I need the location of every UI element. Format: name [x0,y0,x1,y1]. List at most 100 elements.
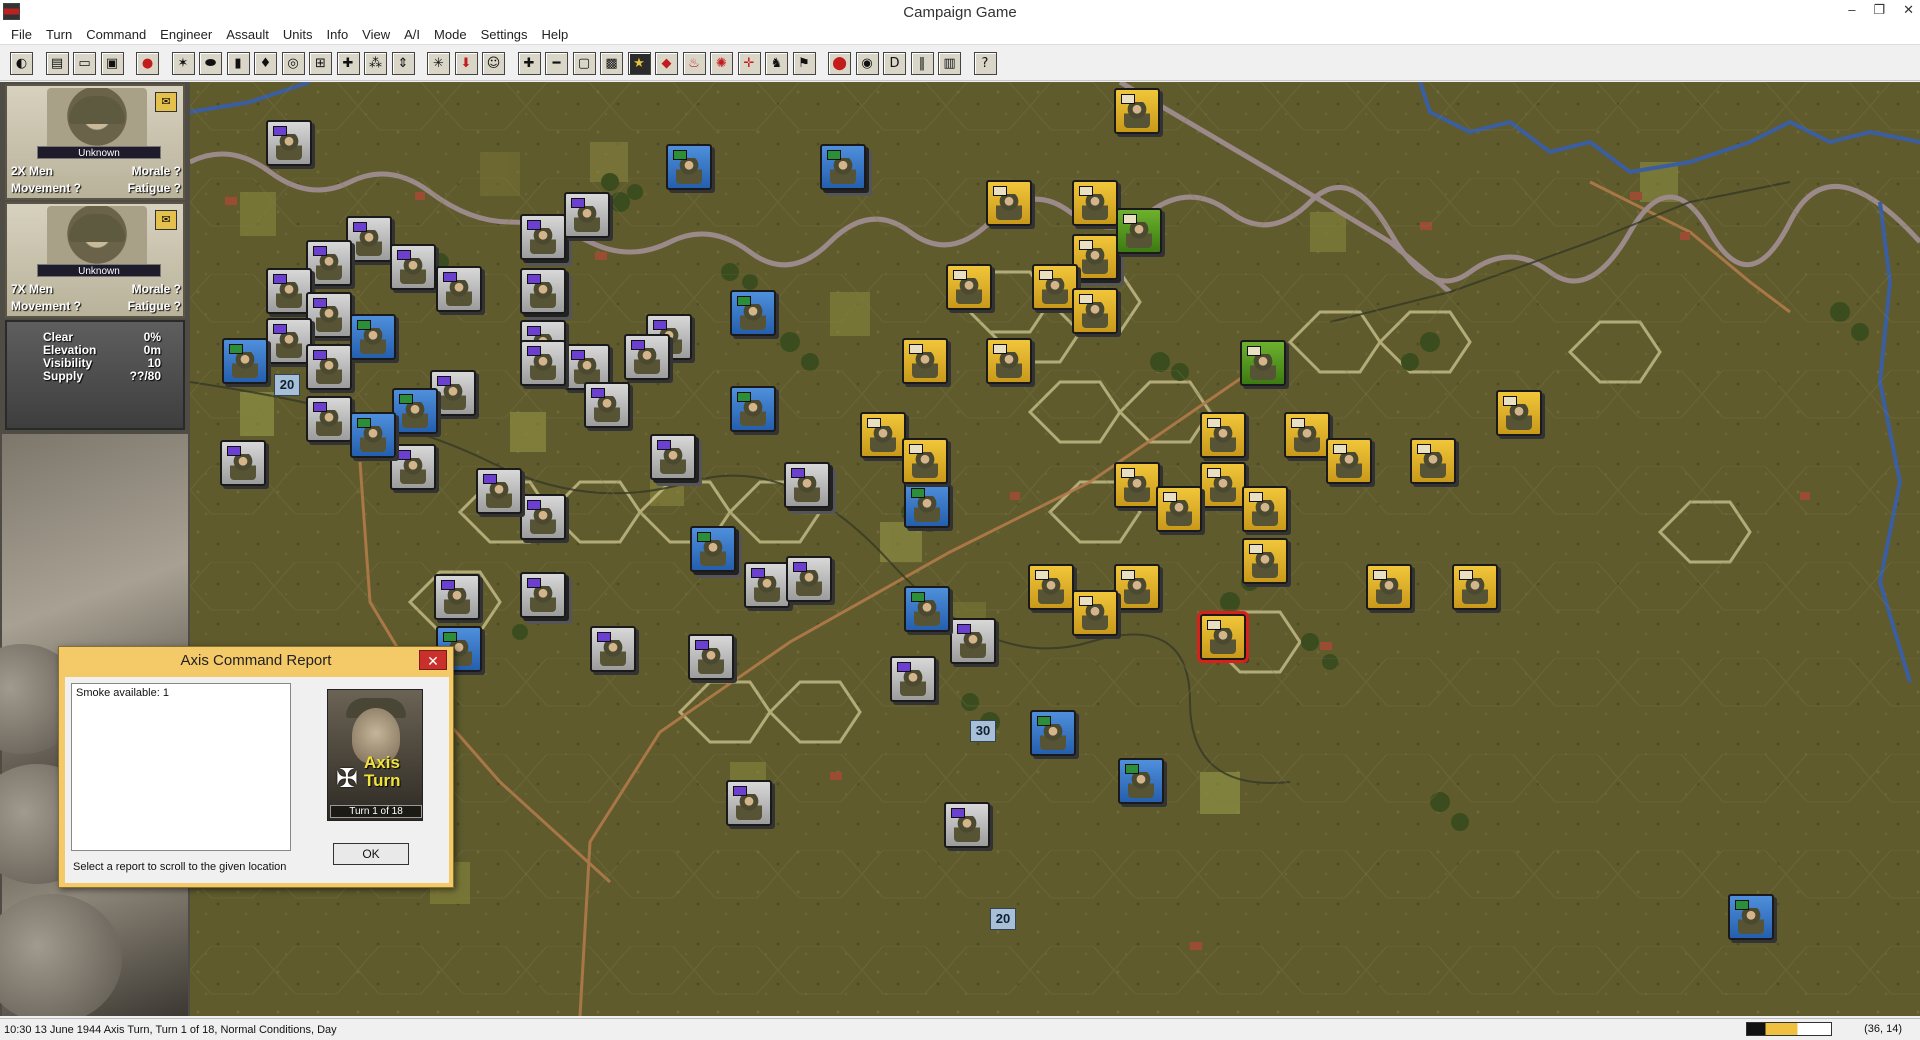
close-icon[interactable]: ✕ [419,650,447,670]
unit-counter-mortar[interactable] [390,244,436,290]
unit-counter-infantry[interactable] [944,802,990,848]
unit-counter-leader[interactable] [1326,438,1372,484]
prev-unit-icon[interactable]: ◐ [10,51,33,75]
folder-icon[interactable]: ▭ [73,51,96,75]
menu-ai[interactable]: A/I [397,27,427,42]
unit-counter-tank[interactable] [520,214,566,260]
unit-counter-infantry[interactable] [436,266,482,312]
envelope-icon[interactable]: ✉ [155,92,177,112]
menu-command[interactable]: Command [79,27,153,42]
report-icon[interactable]: ▥ [938,51,961,75]
unit-counter-tank[interactable] [346,216,392,262]
flag-icon[interactable]: ✳ [427,51,450,75]
open-file-icon[interactable]: ▤ [45,51,69,75]
menu-assault[interactable]: Assault [219,27,276,42]
unit-counter-infantry[interactable] [1242,538,1288,584]
soldier-icon[interactable]: ♞ [765,51,788,75]
menu-view[interactable]: View [355,27,397,42]
unit-counter-infantry[interactable] [1728,894,1774,940]
unit-counter-infantry[interactable] [950,618,996,664]
red-dot-icon[interactable]: ⬤ [828,51,851,75]
unit-card-2[interactable]: ✉ Unknown 7X Men Morale ? Movement ? Fat… [5,202,185,318]
flame-icon[interactable]: ♨ [682,51,706,75]
flare-icon[interactable]: ♦ [254,51,277,75]
unit-info-icon[interactable]: ✶ [171,51,195,75]
report-item[interactable]: Smoke available: 1 [76,687,286,699]
unit-counter-infantry[interactable] [520,340,566,386]
artillery-icon[interactable]: ⊞ [309,51,332,75]
strength-marker[interactable]: 20 [990,908,1016,930]
unit-counter-tank[interactable] [306,344,352,390]
menu-info[interactable]: Info [319,27,355,42]
unit-counter-infantry[interactable] [986,180,1032,226]
hex-grid-icon[interactable]: ▢ [572,51,596,75]
unit-counter-infantry[interactable] [306,292,352,338]
enemy-icon[interactable]: ◆ [655,51,678,75]
drop-icon[interactable]: ⬇ [454,51,478,75]
unit-counter-infantry[interactable] [730,290,776,336]
unit-counter-tank[interactable] [306,396,352,442]
medic-icon[interactable]: ✛ [737,51,761,75]
unit-counter-infantry[interactable] [946,264,992,310]
unit-counter-infantry[interactable] [784,462,830,508]
unit-counter-mortar[interactable] [666,144,712,190]
unit-counter-infantry[interactable] [1200,462,1246,508]
menu-mode[interactable]: Mode [427,27,474,42]
unit-counter-mortar[interactable] [222,338,268,384]
bullet-icon[interactable]: ▮ [226,51,250,75]
leader-icon[interactable]: ✚ [336,51,360,75]
unit-counter-infantry[interactable] [730,386,776,432]
hex-outline-icon[interactable]: ⬬ [199,51,222,75]
unit-counter-infantry[interactable] [1200,412,1246,458]
zoom-in-icon[interactable]: ✚ [517,51,541,75]
unit-counter-infantry[interactable] [1114,564,1160,610]
explosion-icon[interactable]: ✺ [710,51,733,75]
unit-counter-mortar[interactable] [690,526,736,572]
unit-counter-infantry[interactable] [1030,710,1076,756]
unit-counter-infantry[interactable] [786,556,832,602]
unit-counter-tank[interactable] [390,444,436,490]
unit-counter-mortar[interactable] [350,412,396,458]
unit-counter-infantry[interactable] [1240,340,1286,386]
close-icon[interactable]: ✕ [1903,2,1914,18]
target-icon[interactable]: ◎ [281,51,305,75]
menu-file[interactable]: File [4,27,39,42]
unit-counter-tank[interactable] [520,268,566,314]
unit-counter-tank[interactable] [1116,208,1162,254]
unit-counter-mg[interactable] [306,240,352,286]
unit-counter-mortar[interactable] [590,626,636,672]
unit-counter-infantry[interactable] [820,144,866,190]
unit-counter-infantry[interactable] [904,482,950,528]
menu-engineer[interactable]: Engineer [153,27,219,42]
unit-counter-gun[interactable] [564,192,610,238]
unit-card-1[interactable]: ✉ Unknown 2X Men Morale ? Movement ? Fat… [5,84,185,200]
unit-counter-infantry[interactable] [392,388,438,434]
unit-counter-tank[interactable] [726,780,772,826]
strength-marker[interactable]: 20 [274,374,300,396]
star-icon[interactable]: ★ [627,51,651,75]
report-list[interactable]: Smoke available: 1 [71,683,291,851]
circle-icon[interactable]: ◉ [855,51,879,75]
help-icon[interactable]: ? [973,51,997,75]
unit-counter-mortar[interactable] [1242,486,1288,532]
unit-counter-infantry[interactable] [476,468,522,514]
unit-counter-infantry[interactable] [1156,486,1202,532]
unit-counter-infantry[interactable] [624,334,670,380]
unit-counter-tank[interactable] [584,382,630,428]
strength-marker[interactable]: 30 [970,720,996,742]
unit-counter-mortar[interactable] [520,494,566,540]
envelope-icon[interactable]: ✉ [155,210,177,230]
unit-counter-selected[interactable] [1197,611,1249,663]
unit-counter-infantry[interactable] [1366,564,1412,610]
unit-counter-infantry[interactable] [902,438,948,484]
unit-counter-infantry[interactable] [350,314,396,360]
unit-counter-infantry[interactable] [902,338,948,384]
unit-counter-gun[interactable] [434,574,480,620]
counter-icon[interactable]: ▩ [600,51,623,75]
d-icon[interactable]: Ⅾ [883,51,906,75]
menu-turn[interactable]: Turn [39,27,79,42]
unit-counter-infantry[interactable] [1028,564,1074,610]
unit-counter-mortar[interactable] [1114,88,1160,134]
unit-counter-gun[interactable] [650,434,696,480]
restore-icon[interactable]: ❐ [1873,2,1885,18]
